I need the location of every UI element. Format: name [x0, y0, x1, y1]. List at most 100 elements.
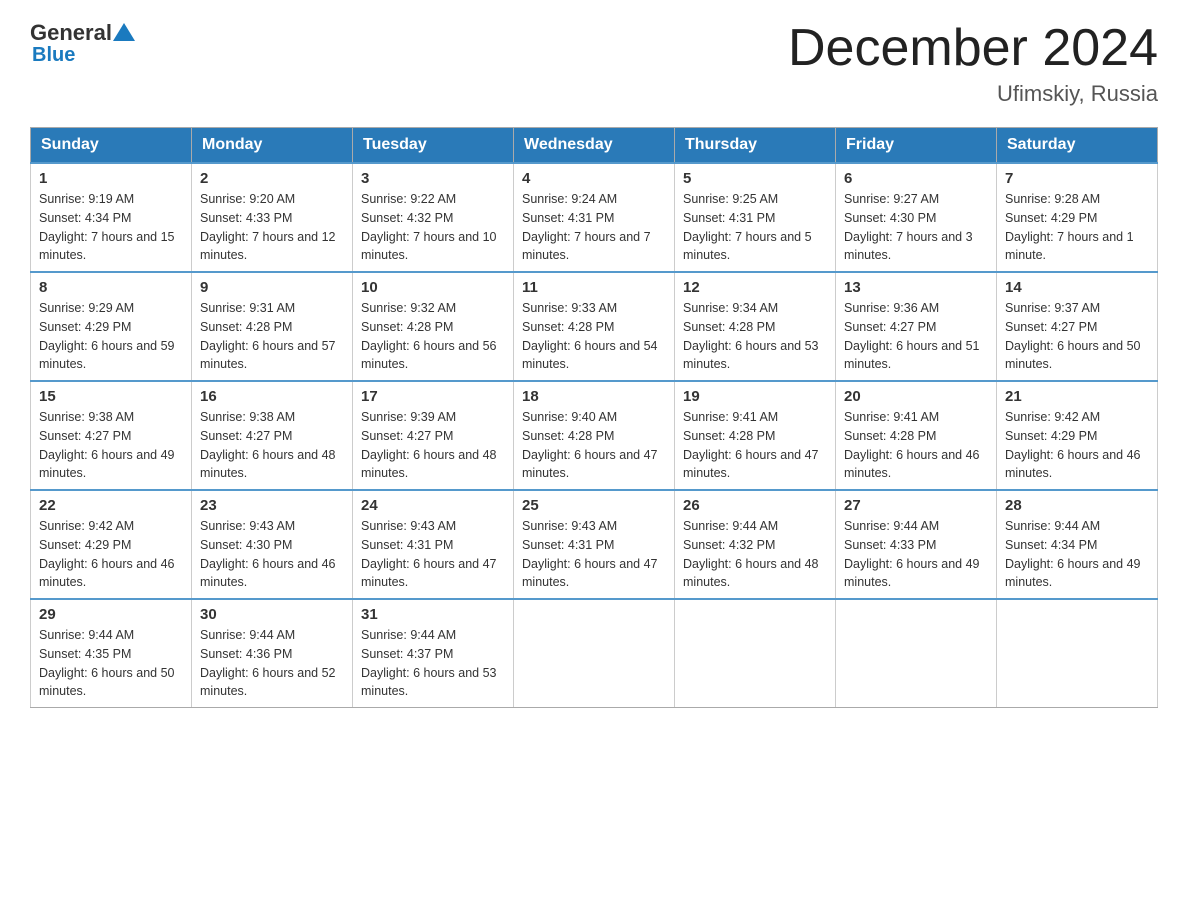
day-info: Sunrise: 9:22 AMSunset: 4:32 PMDaylight:…: [361, 190, 505, 265]
day-info: Sunrise: 9:44 AMSunset: 4:36 PMDaylight:…: [200, 626, 344, 701]
header-tuesday: Tuesday: [353, 128, 514, 164]
day-number: 26: [683, 497, 827, 514]
day-number: 20: [844, 388, 988, 405]
page-header: General Blue December 2024 Ufimskiy, Rus…: [30, 20, 1158, 107]
calendar-cell: 8 Sunrise: 9:29 AMSunset: 4:29 PMDaylight…: [31, 272, 192, 381]
day-info: Sunrise: 9:41 AMSunset: 4:28 PMDaylight:…: [683, 408, 827, 483]
day-number: 16: [200, 388, 344, 405]
calendar-cell: 13 Sunrise: 9:36 AMSunset: 4:27 PMDayligh…: [836, 272, 997, 381]
calendar-header: SundayMondayTuesdayWednesdayThursdayFrid…: [31, 128, 1158, 164]
header-sunday: Sunday: [31, 128, 192, 164]
calendar-cell: 1 Sunrise: 9:19 AMSunset: 4:34 PMDaylight…: [31, 163, 192, 272]
calendar-cell: [997, 599, 1158, 708]
calendar-cell: 15 Sunrise: 9:38 AMSunset: 4:27 PMDayligh…: [31, 381, 192, 490]
day-info: Sunrise: 9:32 AMSunset: 4:28 PMDaylight:…: [361, 299, 505, 374]
week-row-4: 22Sunrise: 9:42 AMSunset: 4:29 PMDayligh…: [31, 490, 1158, 599]
day-number: 31: [361, 606, 505, 623]
calendar-cell: 4Sunrise: 9:24 AMSunset: 4:31 PMDaylight…: [514, 163, 675, 272]
calendar-body: 1 Sunrise: 9:19 AMSunset: 4:34 PMDaylight…: [31, 163, 1158, 708]
calendar-cell: [514, 599, 675, 708]
calendar-cell: 17Sunrise: 9:39 AMSunset: 4:27 PMDayligh…: [353, 381, 514, 490]
day-number: 30: [200, 606, 344, 623]
day-number: 24: [361, 497, 505, 514]
calendar-cell: 11 Sunrise: 9:33 AMSunset: 4:28 PMDayligh…: [514, 272, 675, 381]
calendar-cell: 2Sunrise: 9:20 AMSunset: 4:33 PMDaylight…: [192, 163, 353, 272]
day-info: Sunrise: 9:40 AMSunset: 4:28 PMDaylight:…: [522, 408, 666, 483]
calendar-cell: 28 Sunrise: 9:44 AMSunset: 4:34 PMDayligh…: [997, 490, 1158, 599]
calendar-cell: 10 Sunrise: 9:32 AMSunset: 4:28 PMDayligh…: [353, 272, 514, 381]
calendar-cell: 16 Sunrise: 9:38 AMSunset: 4:27 PMDayligh…: [192, 381, 353, 490]
calendar-cell: 27Sunrise: 9:44 AMSunset: 4:33 PMDayligh…: [836, 490, 997, 599]
day-info: Sunrise: 9:43 AMSunset: 4:31 PMDaylight:…: [522, 517, 666, 592]
day-number: 10: [361, 279, 505, 296]
day-info: Sunrise: 9:42 AMSunset: 4:29 PMDaylight:…: [1005, 408, 1149, 483]
calendar-cell: 26 Sunrise: 9:44 AMSunset: 4:32 PMDayligh…: [675, 490, 836, 599]
logo-triangle-icon: [113, 21, 135, 43]
day-info: Sunrise: 9:44 AMSunset: 4:35 PMDaylight:…: [39, 626, 183, 701]
day-number: 13: [844, 279, 988, 296]
day-info: Sunrise: 9:20 AMSunset: 4:33 PMDaylight:…: [200, 190, 344, 265]
title-block: December 2024 Ufimskiy, Russia: [788, 20, 1158, 107]
calendar-cell: 18 Sunrise: 9:40 AMSunset: 4:28 PMDayligh…: [514, 381, 675, 490]
day-info: Sunrise: 9:34 AMSunset: 4:28 PMDaylight:…: [683, 299, 827, 374]
day-number: 7: [1005, 170, 1149, 187]
calendar-cell: 19 Sunrise: 9:41 AMSunset: 4:28 PMDayligh…: [675, 381, 836, 490]
day-number: 23: [200, 497, 344, 514]
calendar-table: SundayMondayTuesdayWednesdayThursdayFrid…: [30, 127, 1158, 708]
day-number: 15: [39, 388, 183, 405]
day-number: 18: [522, 388, 666, 405]
header-row: SundayMondayTuesdayWednesdayThursdayFrid…: [31, 128, 1158, 164]
header-saturday: Saturday: [997, 128, 1158, 164]
day-number: 1: [39, 170, 183, 187]
calendar-cell: 7 Sunrise: 9:28 AMSunset: 4:29 PMDaylight…: [997, 163, 1158, 272]
logo: General Blue: [30, 20, 136, 67]
day-info: Sunrise: 9:44 AMSunset: 4:34 PMDaylight:…: [1005, 517, 1149, 592]
calendar-cell: 25Sunrise: 9:43 AMSunset: 4:31 PMDayligh…: [514, 490, 675, 599]
calendar-cell: 24Sunrise: 9:43 AMSunset: 4:31 PMDayligh…: [353, 490, 514, 599]
location: Ufimskiy, Russia: [788, 81, 1158, 107]
calendar-cell: 22Sunrise: 9:42 AMSunset: 4:29 PMDayligh…: [31, 490, 192, 599]
day-info: Sunrise: 9:44 AMSunset: 4:32 PMDaylight:…: [683, 517, 827, 592]
day-number: 21: [1005, 388, 1149, 405]
calendar-cell: 31 Sunrise: 9:44 AMSunset: 4:37 PMDayligh…: [353, 599, 514, 708]
day-number: 11: [522, 279, 666, 296]
day-number: 8: [39, 279, 183, 296]
header-monday: Monday: [192, 128, 353, 164]
day-number: 29: [39, 606, 183, 623]
day-info: Sunrise: 9:31 AMSunset: 4:28 PMDaylight:…: [200, 299, 344, 374]
day-info: Sunrise: 9:28 AMSunset: 4:29 PMDaylight:…: [1005, 190, 1149, 265]
calendar-cell: 23Sunrise: 9:43 AMSunset: 4:30 PMDayligh…: [192, 490, 353, 599]
day-info: Sunrise: 9:36 AMSunset: 4:27 PMDaylight:…: [844, 299, 988, 374]
day-number: 17: [361, 388, 505, 405]
calendar-cell: 12 Sunrise: 9:34 AMSunset: 4:28 PMDayligh…: [675, 272, 836, 381]
day-number: 14: [1005, 279, 1149, 296]
day-info: Sunrise: 9:38 AMSunset: 4:27 PMDaylight:…: [200, 408, 344, 483]
day-number: 6: [844, 170, 988, 187]
day-info: Sunrise: 9:33 AMSunset: 4:28 PMDaylight:…: [522, 299, 666, 374]
day-number: 9: [200, 279, 344, 296]
calendar-cell: 5Sunrise: 9:25 AMSunset: 4:31 PMDaylight…: [675, 163, 836, 272]
calendar-cell: 14 Sunrise: 9:37 AMSunset: 4:27 PMDayligh…: [997, 272, 1158, 381]
day-info: Sunrise: 9:38 AMSunset: 4:27 PMDaylight:…: [39, 408, 183, 483]
day-info: Sunrise: 9:37 AMSunset: 4:27 PMDaylight:…: [1005, 299, 1149, 374]
day-number: 19: [683, 388, 827, 405]
day-info: Sunrise: 9:42 AMSunset: 4:29 PMDaylight:…: [39, 517, 183, 592]
calendar-cell: [675, 599, 836, 708]
week-row-3: 15 Sunrise: 9:38 AMSunset: 4:27 PMDayligh…: [31, 381, 1158, 490]
calendar-cell: [836, 599, 997, 708]
day-info: Sunrise: 9:27 AMSunset: 4:30 PMDaylight:…: [844, 190, 988, 265]
week-row-5: 29 Sunrise: 9:44 AMSunset: 4:35 PMDayligh…: [31, 599, 1158, 708]
day-info: Sunrise: 9:19 AMSunset: 4:34 PMDaylight:…: [39, 190, 183, 265]
header-wednesday: Wednesday: [514, 128, 675, 164]
day-info: Sunrise: 9:44 AMSunset: 4:33 PMDaylight:…: [844, 517, 988, 592]
day-info: Sunrise: 9:29 AMSunset: 4:29 PMDaylight:…: [39, 299, 183, 374]
calendar-cell: 29 Sunrise: 9:44 AMSunset: 4:35 PMDayligh…: [31, 599, 192, 708]
day-number: 28: [1005, 497, 1149, 514]
day-info: Sunrise: 9:41 AMSunset: 4:28 PMDaylight:…: [844, 408, 988, 483]
calendar-cell: 21 Sunrise: 9:42 AMSunset: 4:29 PMDayligh…: [997, 381, 1158, 490]
calendar-cell: 9 Sunrise: 9:31 AMSunset: 4:28 PMDaylight…: [192, 272, 353, 381]
calendar-cell: 3Sunrise: 9:22 AMSunset: 4:32 PMDaylight…: [353, 163, 514, 272]
day-number: 12: [683, 279, 827, 296]
week-row-1: 1 Sunrise: 9:19 AMSunset: 4:34 PMDaylight…: [31, 163, 1158, 272]
day-info: Sunrise: 9:44 AMSunset: 4:37 PMDaylight:…: [361, 626, 505, 701]
